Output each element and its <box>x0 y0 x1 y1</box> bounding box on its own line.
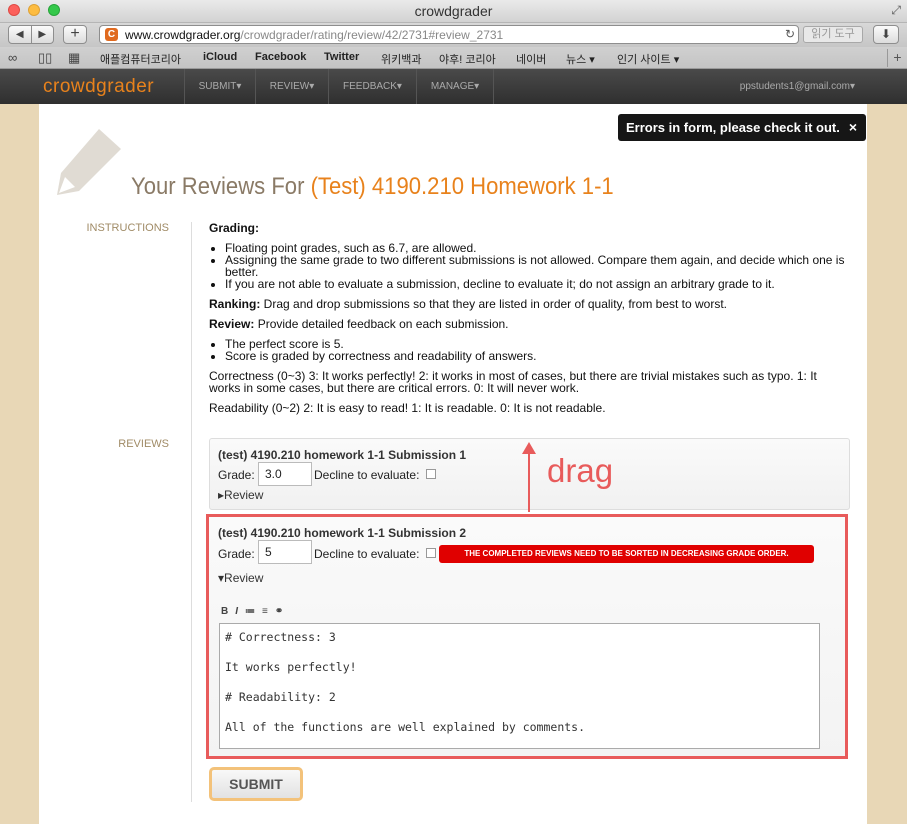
page-title: Your Reviews For (Test) 4190.210 Homewor… <box>131 173 614 201</box>
nav-feedback[interactable]: FEEDBACK▾ <box>328 69 416 104</box>
bookmark-item[interactable]: 애플컴퓨터코리아 <box>100 51 181 67</box>
grade-label: Grade: <box>218 547 255 561</box>
reviews-label: REVIEWS <box>118 438 169 450</box>
section-divider <box>191 222 192 802</box>
url-path: /crowdgrader/rating/review/42/2731#revie… <box>240 28 504 42</box>
drag-annotation: drag <box>547 452 614 489</box>
site-logo[interactable]: crowdgrader <box>43 76 154 98</box>
instructions-body: Grading: Floating point grades, such as … <box>209 222 849 414</box>
fullscreen-icon[interactable]: ⤢ <box>891 3 901 18</box>
grading-title: Grading: <box>209 221 259 235</box>
pencil-icon <box>57 129 121 195</box>
nav-manage[interactable]: MANAGE▾ <box>416 69 494 104</box>
bookmark-item[interactable]: Facebook <box>255 51 306 63</box>
ranking-text: Drag and drop submissions so that they a… <box>260 297 728 311</box>
title-prefix: Your Reviews For <box>131 173 311 200</box>
bookmarks-bar: ∞ ▯▯ ▦ 애플컴퓨터코리아 iCloud Facebook Twitter … <box>0 47 907 69</box>
bookmark-item[interactable]: 위키백과 <box>381 51 421 67</box>
decline-label: Decline to evaluate: <box>314 468 420 482</box>
correctness-rubric: Correctness (0~3) 3: It works perfectly!… <box>209 369 817 395</box>
submission-title: (test) 4190.210 homework 1-1 Submission … <box>218 448 467 462</box>
editor-toolbar: B I ≔ ≡ ⚭ <box>221 606 283 617</box>
error-alert-text: Errors in form, please check it out. <box>626 120 840 135</box>
nav-review[interactable]: REVIEW▾ <box>255 69 328 104</box>
review-line: # Correctness: 3 <box>225 630 336 644</box>
top-sites-grid-icon[interactable]: ▦ <box>68 50 80 66</box>
review-line: It works perfectly! <box>225 660 357 674</box>
browser-toolbar: ◀ ▶ + C www.crowdgrader.org/crowdgrader/… <box>0 23 907 47</box>
grade-input[interactable]: 3.0 <box>258 462 312 486</box>
grade-input[interactable]: 5 <box>258 540 312 564</box>
bold-icon[interactable]: B <box>221 606 228 617</box>
reader-button[interactable]: 읽기 도구 <box>803 26 863 43</box>
url-host: www.crowdgrader.org <box>125 28 241 42</box>
error-alert: Errors in form, please check it out. × <box>618 114 866 141</box>
bookmarks-book-icon[interactable]: ▯▯ <box>38 50 52 66</box>
decline-label: Decline to evaluate: <box>314 547 420 561</box>
bookmark-item[interactable]: 야후! 코리아 <box>439 51 496 67</box>
submit-button[interactable]: SUBMIT <box>209 767 303 801</box>
review-toggle[interactable]: ▾Review <box>218 571 263 585</box>
close-icon[interactable]: × <box>849 114 857 141</box>
nav-button-group: ◀ ▶ <box>8 25 54 44</box>
nav-submit[interactable]: SUBMIT▾ <box>184 69 255 104</box>
numbered-list-icon[interactable]: ≡ <box>262 606 268 617</box>
bookmark-item[interactable]: Twitter <box>324 51 359 63</box>
sort-error-badge: THE COMPLETED REVIEWS NEED TO BE SORTED … <box>439 545 814 563</box>
grading-list: Floating point grades, such as 6.7, are … <box>209 242 849 290</box>
bookmark-item[interactable]: iCloud <box>203 51 237 63</box>
bookmark-item[interactable]: 뉴스 ▾ <box>566 51 595 67</box>
new-tab-button[interactable]: + <box>63 25 87 44</box>
ranking-title: Ranking: <box>209 297 261 311</box>
grade-label: Grade: <box>218 468 255 482</box>
bookmark-item[interactable]: 네이버 <box>516 51 546 67</box>
address-bar[interactable]: C www.crowdgrader.org/crowdgrader/rating… <box>99 25 799 44</box>
review-toggle[interactable]: ▸Review <box>218 488 263 502</box>
user-menu[interactable]: ppstudents1@gmail.com▾ <box>740 69 855 104</box>
reading-list-icon[interactable]: ∞ <box>8 50 17 65</box>
reload-icon[interactable]: ↻ <box>785 27 795 41</box>
url-text: www.crowdgrader.org/crowdgrader/rating/r… <box>125 28 503 42</box>
readability-rubric: Readability (0~2) 2: It is easy to read!… <box>209 401 606 415</box>
submission-title: (test) 4190.210 homework 1-1 Submission … <box>218 526 467 540</box>
review-line: # Readability: 2 <box>225 690 336 704</box>
decline-checkbox[interactable] <box>426 469 436 479</box>
bullet-list-icon[interactable]: ≔ <box>245 606 255 617</box>
decline-checkbox[interactable] <box>426 548 436 558</box>
list-item: Assigning the same grade to two differen… <box>225 254 849 278</box>
drag-arrow-icon <box>522 442 536 512</box>
forward-arrow-icon[interactable]: ▶ <box>32 26 54 43</box>
review-line: All of the functions are well explained … <box>225 720 586 734</box>
window-title: crowdgrader <box>414 3 493 19</box>
add-bookmark-icon[interactable]: + <box>887 49 907 67</box>
window-titlebar: crowdgrader ⤢ <box>0 0 907 23</box>
list-item: Score is graded by correctness and reada… <box>225 350 849 362</box>
back-arrow-icon[interactable]: ◀ <box>9 26 32 43</box>
downloads-icon[interactable]: ⬇ <box>873 25 899 44</box>
bookmark-item[interactable]: 인기 사이트 ▾ <box>617 51 679 67</box>
link-icon[interactable]: ⚭ <box>275 606 283 617</box>
instructions-label: INSTRUCTIONS <box>86 222 170 234</box>
review-list: The perfect score is 5. Score is graded … <box>209 338 849 362</box>
review-textarea[interactable]: # Correctness: 3 It works perfectly! # R… <box>219 623 820 749</box>
italic-icon[interactable]: I <box>235 606 238 617</box>
submission-card[interactable]: (test) 4190.210 homework 1-1 Submission … <box>206 514 848 759</box>
list-item: If you are not able to evaluate a submis… <box>225 278 849 290</box>
site-favicon-icon: C <box>105 28 118 41</box>
site-navbar: crowdgrader SUBMIT▾ REVIEW▾ FEEDBACK▾ MA… <box>0 69 907 104</box>
review-text: Provide detailed feedback on each submis… <box>254 317 509 331</box>
review-title: Review: <box>209 317 255 331</box>
title-assignment: (Test) 4190.210 Homework 1-1 <box>310 173 614 200</box>
